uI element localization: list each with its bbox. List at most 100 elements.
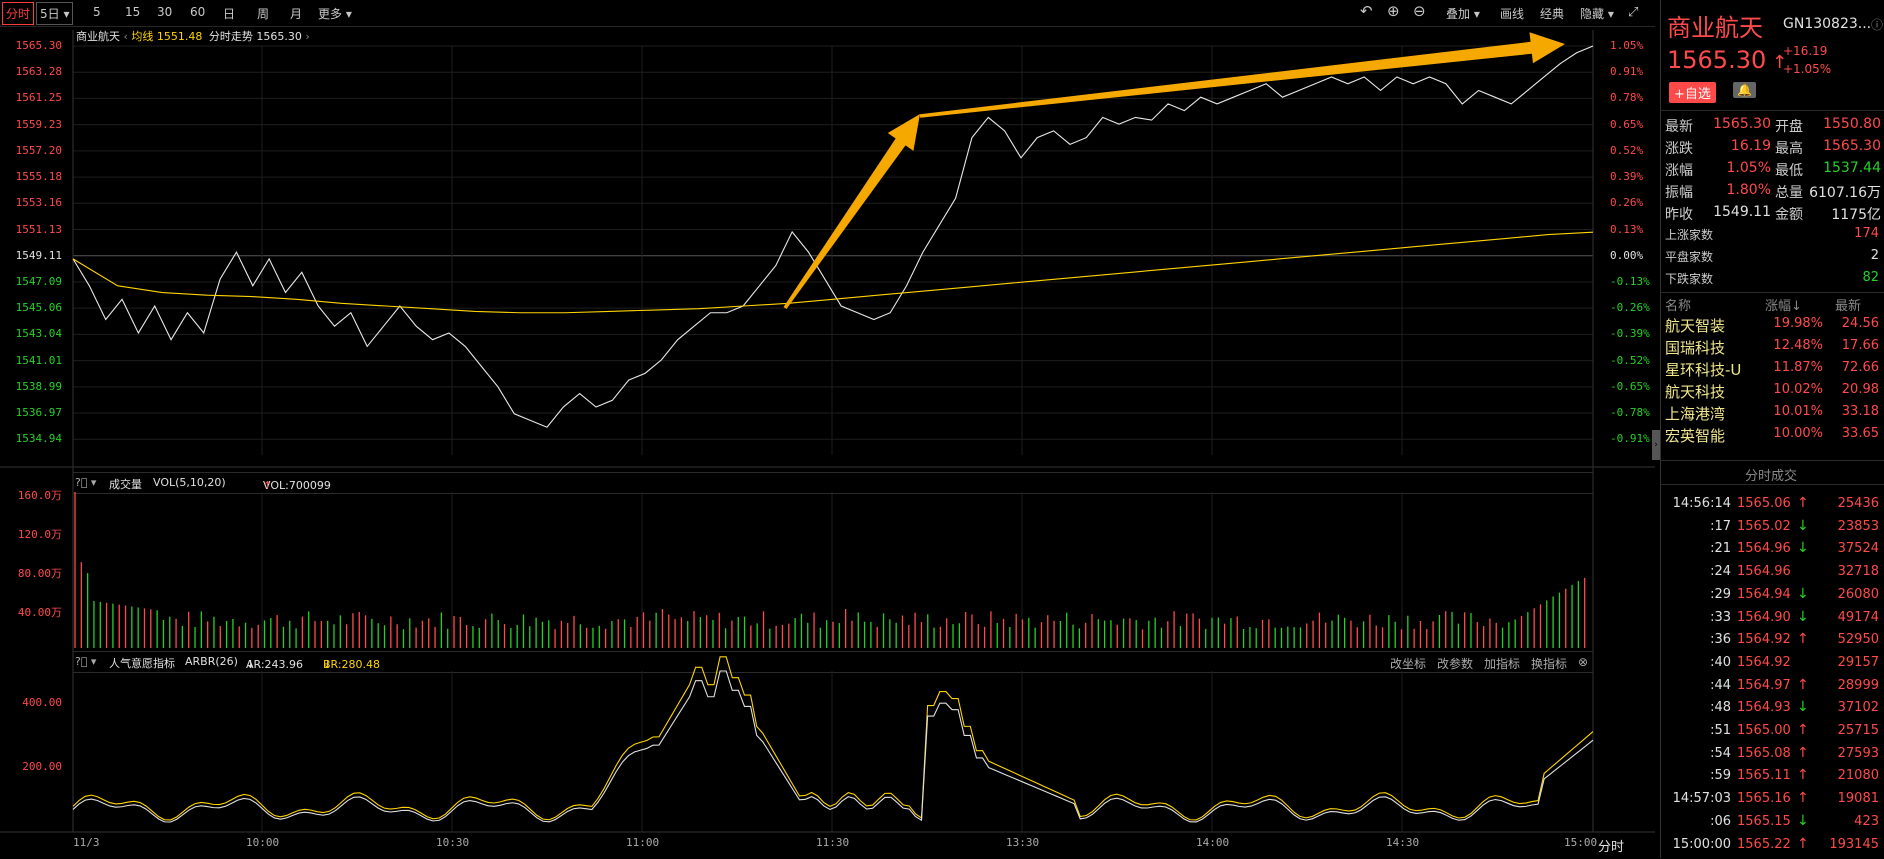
tick-row: :44 1564.97 ↑ 28999 xyxy=(1661,676,1884,700)
constituent-pct: 11.87% xyxy=(1773,360,1823,375)
tick-price: 1565.00 xyxy=(1737,723,1791,738)
stat-label: 金额 xyxy=(1775,207,1803,223)
bell-icon[interactable]: 🔔 xyxy=(1733,82,1756,98)
constituent-row[interactable]: 航天科技 10.02% 20.98 xyxy=(1661,381,1884,403)
tick-price: 1564.92 xyxy=(1737,654,1791,670)
arrow-down-icon: ↓ xyxy=(1797,517,1809,534)
tick-volume: 32718 xyxy=(1837,564,1879,580)
constituent-row[interactable]: 宏英智能 10.00% 33.65 xyxy=(1661,425,1884,447)
tick-price: 1564.93 xyxy=(1737,700,1791,716)
annotation-arrow-2 xyxy=(919,32,1565,118)
constituent-pct: 10.00% xyxy=(1773,426,1823,441)
intraday-chart xyxy=(0,30,1655,833)
tick-time: :59 xyxy=(1710,768,1731,784)
count-value: 2 xyxy=(1870,248,1879,263)
arrow-down-icon: ↓ xyxy=(1797,812,1809,829)
tick-time: :48 xyxy=(1710,700,1731,716)
tick-volume: 25715 xyxy=(1837,723,1879,738)
stat-value: 1537.44 xyxy=(1823,160,1881,176)
tick-time: :36 xyxy=(1710,632,1731,648)
tick-price: 1564.97 xyxy=(1737,677,1791,693)
tick-volume: 37102 xyxy=(1837,700,1879,716)
count-value: 82 xyxy=(1862,270,1879,285)
grid xyxy=(0,30,1655,833)
constituent-pct: 10.01% xyxy=(1773,404,1823,419)
constituent-row[interactable]: 上海港湾 10.01% 33.18 xyxy=(1661,403,1884,425)
tick-time: :51 xyxy=(1710,723,1731,738)
tick-volume: 49174 xyxy=(1837,609,1879,625)
constituent-pct: 10.02% xyxy=(1773,382,1823,397)
tick-volume: 193145 xyxy=(1829,836,1879,852)
constituent-row[interactable]: 星环科技-U 11.87% 72.66 xyxy=(1661,359,1884,381)
tick-volume: 25436 xyxy=(1837,496,1879,511)
constituent-price: 33.18 xyxy=(1841,404,1879,419)
annotation-arrow-1 xyxy=(783,114,920,310)
constituent-name: 宏英智能 xyxy=(1665,427,1726,445)
stat-value: 1175亿 xyxy=(1831,207,1881,223)
stat-label: 总量 xyxy=(1775,185,1803,201)
tick-row: :24 1564.96 32718 xyxy=(1661,564,1884,586)
tick-volume: 52950 xyxy=(1837,632,1879,648)
tick-price: 1564.90 xyxy=(1737,609,1791,625)
arrow-down-icon: ↓ xyxy=(1797,585,1809,602)
arrow-up-icon: ↑ xyxy=(1797,676,1809,693)
tick-volume: 19081 xyxy=(1837,791,1879,807)
count-value: 174 xyxy=(1854,226,1879,241)
info-icon[interactable]: ⓘ xyxy=(1871,16,1883,33)
tick-price: 1565.16 xyxy=(1737,791,1791,807)
tick-volume: 423 xyxy=(1854,813,1879,829)
arrow-up-icon: ↑ xyxy=(1797,631,1809,648)
tick-price: 1564.92 xyxy=(1737,632,1791,648)
add-watchlist-button[interactable]: +自选 xyxy=(1669,82,1716,103)
tick-time: :33 xyxy=(1710,609,1731,625)
tick-volume: 29157 xyxy=(1837,654,1879,670)
constituent-row[interactable]: 航天智装 19.98% 24.56 xyxy=(1661,315,1884,337)
arrow-up-icon: ↑ xyxy=(1797,790,1809,807)
tick-time: :21 xyxy=(1710,541,1731,557)
stat-label: 开盘 xyxy=(1775,119,1803,135)
stat-value: 1.80% xyxy=(1726,182,1771,198)
collapse-handle[interactable]: › xyxy=(1652,430,1660,460)
stock-code: GN130823... xyxy=(1783,16,1872,32)
tick-row: :59 1565.11 ↑ 21080 xyxy=(1661,767,1884,790)
last-price: 1565.30 ↑ xyxy=(1667,46,1788,74)
quote-panel: 商业航天 GN130823... ⓘ 1565.30 ↑ +16.19 +1.0… xyxy=(1660,0,1884,858)
tick-time: :40 xyxy=(1710,654,1731,670)
stat-label: 涨幅 xyxy=(1665,163,1693,179)
tick-price: 1565.15 xyxy=(1737,813,1791,829)
tick-price: 1565.22 xyxy=(1737,836,1791,852)
stat-value: 1550.80 xyxy=(1823,116,1881,132)
tick-time: 14:56:14 xyxy=(1672,496,1731,511)
tick-row: :29 1564.94 ↓ 26080 xyxy=(1661,585,1884,609)
br-line xyxy=(72,656,1594,821)
constituent-name: 国瑞科技 xyxy=(1665,339,1726,357)
constituent-row[interactable]: 国瑞科技 12.48% 17.66 xyxy=(1661,337,1884,359)
tick-time: :06 xyxy=(1710,813,1731,829)
constituent-price: 17.66 xyxy=(1841,338,1879,353)
col-price[interactable]: 最新 xyxy=(1835,295,1861,314)
tick-price: 1564.96 xyxy=(1737,541,1791,557)
tick-row: :40 1564.92 29157 xyxy=(1661,655,1884,677)
constituent-pct: 12.48% xyxy=(1773,338,1823,353)
constituent-name: 星环科技-U xyxy=(1665,361,1742,379)
stock-name: 商业航天 xyxy=(1667,14,1763,42)
tick-row: :21 1564.96 ↓ 37524 xyxy=(1661,540,1884,563)
tick-price: 1565.11 xyxy=(1737,768,1791,784)
change-percent: +1.05% xyxy=(1783,62,1832,76)
tick-price: 1564.96 xyxy=(1737,564,1791,580)
arrow-up-icon: ↑ xyxy=(1797,835,1809,852)
stat-label: 昨收 xyxy=(1665,207,1693,223)
tick-row: :36 1564.92 ↑ 52950 xyxy=(1661,631,1884,654)
stat-value: 1565.30 xyxy=(1823,138,1881,154)
col-pct[interactable]: 涨幅↓ xyxy=(1765,295,1802,314)
constituent-price: 72.66 xyxy=(1841,360,1879,375)
tick-row: 14:56:14 1565.06 ↑ 25436 xyxy=(1661,495,1884,518)
count-label: 上涨家数 xyxy=(1665,228,1714,242)
tick-price: 1565.02 xyxy=(1737,518,1791,534)
stat-label: 涨跌 xyxy=(1665,141,1693,157)
col-name[interactable]: 名称 xyxy=(1665,295,1691,314)
tick-time: :29 xyxy=(1710,586,1731,602)
stat-label: 最新 xyxy=(1665,119,1693,135)
tick-time: :54 xyxy=(1710,745,1731,761)
tick-row: :54 1565.08 ↑ 27593 xyxy=(1661,745,1884,768)
